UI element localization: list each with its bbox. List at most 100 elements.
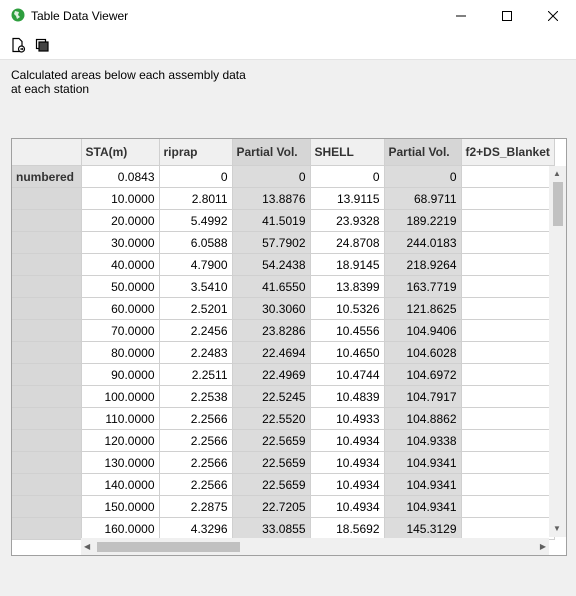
- table-cell[interactable]: 2.5201: [159, 297, 233, 320]
- table-cell[interactable]: 104.7917: [384, 385, 462, 408]
- table-cell[interactable]: 23.9328: [310, 209, 385, 232]
- table-cell[interactable]: [461, 275, 555, 298]
- table-cell[interactable]: 10.4934: [310, 451, 385, 474]
- table-cell[interactable]: 22.5245: [232, 385, 311, 408]
- table-cell[interactable]: 50.0000: [81, 275, 160, 298]
- row-header[interactable]: [12, 363, 82, 386]
- table-cell[interactable]: 10.4556: [310, 319, 385, 342]
- maximize-button[interactable]: [484, 0, 530, 31]
- table-cell[interactable]: 10.4744: [310, 363, 385, 386]
- table-cell[interactable]: 130.0000: [81, 451, 160, 474]
- row-header[interactable]: [12, 341, 82, 364]
- table-cell[interactable]: [461, 253, 555, 276]
- horizontal-scrollbar[interactable]: ◀ ▶: [81, 538, 549, 555]
- column-header[interactable]: Partial Vol.: [232, 139, 311, 166]
- scroll-up-icon[interactable]: ▲: [553, 169, 561, 179]
- table-cell[interactable]: 13.8876: [232, 187, 311, 210]
- table-cell[interactable]: 140.0000: [81, 473, 160, 496]
- row-header[interactable]: [12, 385, 82, 408]
- table-cell[interactable]: 244.0183: [384, 231, 462, 254]
- row-header[interactable]: [12, 253, 82, 276]
- table-cell[interactable]: [461, 407, 555, 430]
- minimize-button[interactable]: [438, 0, 484, 31]
- table-cell[interactable]: 110.0000: [81, 407, 160, 430]
- row-header[interactable]: [12, 231, 82, 254]
- table-cell[interactable]: 218.9264: [384, 253, 462, 276]
- table-cell[interactable]: 2.2566: [159, 429, 233, 452]
- table-cell[interactable]: 22.5520: [232, 407, 311, 430]
- table-cell[interactable]: [461, 385, 555, 408]
- data-grid[interactable]: STA(m) riprap Partial Vol. SHELL Partial…: [11, 138, 567, 556]
- copy-button[interactable]: [32, 35, 52, 55]
- column-header[interactable]: riprap: [159, 139, 233, 166]
- table-cell[interactable]: 60.0000: [81, 297, 160, 320]
- table-cell[interactable]: 10.5326: [310, 297, 385, 320]
- table-cell[interactable]: 2.2483: [159, 341, 233, 364]
- table-cell[interactable]: 10.4934: [310, 495, 385, 518]
- table-cell[interactable]: 18.5692: [310, 517, 385, 540]
- table-cell[interactable]: 163.7719: [384, 275, 462, 298]
- table-cell[interactable]: 10.4934: [310, 429, 385, 452]
- table-cell[interactable]: [461, 187, 555, 210]
- row-header[interactable]: [12, 407, 82, 430]
- table-cell[interactable]: 121.8625: [384, 297, 462, 320]
- table-cell[interactable]: 0.0843: [81, 165, 160, 188]
- table-cell[interactable]: 13.8399: [310, 275, 385, 298]
- row-header[interactable]: [12, 297, 82, 320]
- table-cell[interactable]: 10.4933: [310, 407, 385, 430]
- column-header[interactable]: f2+DS_Blanket: [461, 139, 555, 166]
- table-cell[interactable]: [461, 517, 555, 540]
- row-header[interactable]: [12, 275, 82, 298]
- table-cell[interactable]: 5.4992: [159, 209, 233, 232]
- table-cell[interactable]: 150.0000: [81, 495, 160, 518]
- row-header[interactable]: [12, 429, 82, 452]
- table-cell[interactable]: 0: [232, 165, 311, 188]
- column-header[interactable]: Partial Vol.: [384, 139, 462, 166]
- table-cell[interactable]: [461, 209, 555, 232]
- table-cell[interactable]: 33.0855: [232, 517, 311, 540]
- table-cell[interactable]: 30.3060: [232, 297, 311, 320]
- table-cell[interactable]: 160.0000: [81, 517, 160, 540]
- table-cell[interactable]: 22.4969: [232, 363, 311, 386]
- row-header[interactable]: [12, 473, 82, 496]
- scroll-right-icon[interactable]: ▶: [540, 542, 546, 552]
- table-cell[interactable]: [461, 319, 555, 342]
- table-cell[interactable]: 0: [310, 165, 385, 188]
- row-header[interactable]: [12, 187, 82, 210]
- table-cell[interactable]: [461, 363, 555, 386]
- table-cell[interactable]: 22.5659: [232, 429, 311, 452]
- table-cell[interactable]: 22.5659: [232, 473, 311, 496]
- table-cell[interactable]: 2.8011: [159, 187, 233, 210]
- table-cell[interactable]: 104.9341: [384, 495, 462, 518]
- horizontal-scroll-thumb[interactable]: [97, 542, 240, 552]
- row-header[interactable]: [12, 451, 82, 474]
- export-button[interactable]: [8, 35, 28, 55]
- table-cell[interactable]: 10.4650: [310, 341, 385, 364]
- table-cell[interactable]: 4.7900: [159, 253, 233, 276]
- table-cell[interactable]: 2.2566: [159, 473, 233, 496]
- scroll-down-icon[interactable]: ▼: [553, 524, 561, 534]
- table-cell[interactable]: 3.5410: [159, 275, 233, 298]
- table-cell[interactable]: [461, 473, 555, 496]
- table-cell[interactable]: 68.9711: [384, 187, 462, 210]
- table-cell[interactable]: [461, 165, 555, 188]
- table-cell[interactable]: 0: [384, 165, 462, 188]
- table-cell[interactable]: 189.2219: [384, 209, 462, 232]
- table-cell[interactable]: 4.3296: [159, 517, 233, 540]
- table-cell[interactable]: 23.8286: [232, 319, 311, 342]
- table-cell[interactable]: 22.7205: [232, 495, 311, 518]
- table-cell[interactable]: [461, 231, 555, 254]
- table-cell[interactable]: 90.0000: [81, 363, 160, 386]
- table-cell[interactable]: 22.4694: [232, 341, 311, 364]
- table-cell[interactable]: 145.3129: [384, 517, 462, 540]
- table-cell[interactable]: 104.9406: [384, 319, 462, 342]
- row-header[interactable]: [12, 319, 82, 342]
- table-cell[interactable]: 57.7902: [232, 231, 311, 254]
- table-cell[interactable]: [461, 451, 555, 474]
- row-header[interactable]: [12, 495, 82, 518]
- table-cell[interactable]: 70.0000: [81, 319, 160, 342]
- table-cell[interactable]: 10.4934: [310, 473, 385, 496]
- table-cell[interactable]: [461, 495, 555, 518]
- table-cell[interactable]: 104.6972: [384, 363, 462, 386]
- row-header[interactable]: numbered: [12, 165, 82, 188]
